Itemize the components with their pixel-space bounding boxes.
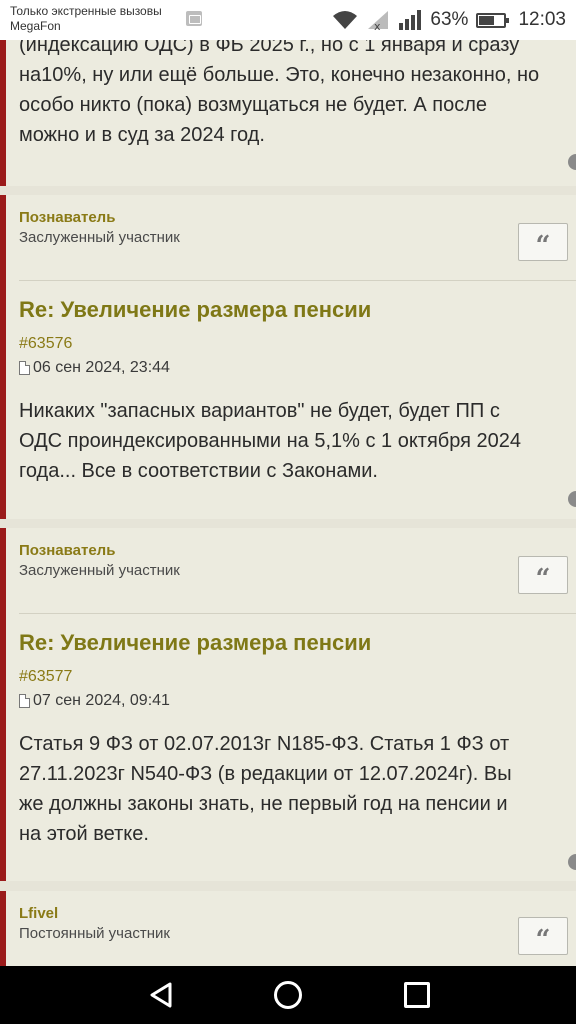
author-rank: Заслуженный участник [19,229,180,246]
quote-button[interactable]: “ [518,223,568,261]
wifi-icon [333,11,358,29]
post-icon[interactable] [19,694,30,708]
post-divider [19,613,576,614]
post-author[interactable]: Lfivel [19,905,58,922]
post-id-link[interactable]: #63577 [19,668,72,686]
status-bar: Только экстренные вызовы MegaFon x 63% 1… [0,0,576,40]
post-body-line: (индексацию ОДС) в ФБ 2025 г., но с 1 ян… [19,40,520,56]
post-id-link[interactable]: #63576 [19,335,72,353]
author-rank: Заслуженный участник [19,562,180,579]
post-date-text: 07 сен 2024, 09:41 [33,692,170,709]
status-right: x 63% 12:03 [332,8,566,32]
status-left: Только экстренные вызовы MegaFon [10,4,162,34]
forum-post: Lfivel Постоянный участник “ [0,891,576,966]
scroll-indicator[interactable] [568,491,576,507]
forum-content: (индексацию ОДС) в ФБ 2025 г., но с 1 ян… [0,40,576,966]
post-body-line: года... Все в соответствии с Законами. [19,460,378,482]
status-time: 12:03 [518,9,566,30]
svg-text:x: x [374,20,381,31]
signal-icon [399,10,422,30]
post-author[interactable]: Познаватель [19,209,115,226]
battery-icon [476,12,510,28]
forum-post: Познаватель Заслуженный участник “ Re: У… [0,528,576,881]
post-icon[interactable] [19,361,30,375]
post-title[interactable]: Re: Увеличение размера пенсии [19,297,371,323]
post-date-text: 06 сен 2024, 23:44 [33,359,170,376]
quote-button[interactable]: “ [518,917,568,955]
recent-apps-icon[interactable] [404,982,430,1008]
post-divider [19,280,576,281]
home-icon[interactable] [274,981,302,1009]
post-title[interactable]: Re: Увеличение размера пенсии [19,630,371,656]
post-body-line: особо никто (пока) возмущаться не будет.… [19,94,488,116]
post-body-line: можно и в суд за 2024 год. [19,124,265,146]
back-icon[interactable] [148,982,174,1008]
quote-button[interactable]: “ [518,556,568,594]
post-body-line: 27.11.2023г N540-ФЗ (в редакции от 12.07… [19,763,512,785]
post-author[interactable]: Познаватель [19,542,115,559]
post-body-line: же должны законы знать, не первый год на… [19,793,508,815]
post-date: 07 сен 2024, 09:41 [19,692,170,710]
carrier-name: MegaFon [10,19,61,33]
forum-post: Познаватель Заслуженный участник “ Re: У… [0,195,576,519]
post-body-line: на этой ветке. [19,823,149,845]
image-icon [186,11,202,26]
post-body-line: ОДС проиндексированными на 5,1% с 1 октя… [19,430,522,452]
signal-no-sim-icon: x [368,11,389,31]
navigation-bar [0,966,576,1024]
emergency-calls-text: Только экстренные вызовы [10,4,162,18]
battery-percent: 63% [430,9,469,30]
author-rank: Постоянный участник [19,925,170,942]
forum-post: (индексацию ОДС) в ФБ 2025 г., но с 1 ян… [0,40,576,186]
post-body-line: Никаких "запасных вариантов" не будет, б… [19,400,500,422]
post-body-line: Статья 9 ФЗ от 02.07.2013г N185-ФЗ. Стат… [19,733,510,755]
post-body-line: на10%, ну или ещё больше. Это, конечно н… [19,64,540,86]
scroll-indicator[interactable] [568,154,576,170]
scroll-indicator[interactable] [568,854,576,870]
post-date: 06 сен 2024, 23:44 [19,359,170,377]
